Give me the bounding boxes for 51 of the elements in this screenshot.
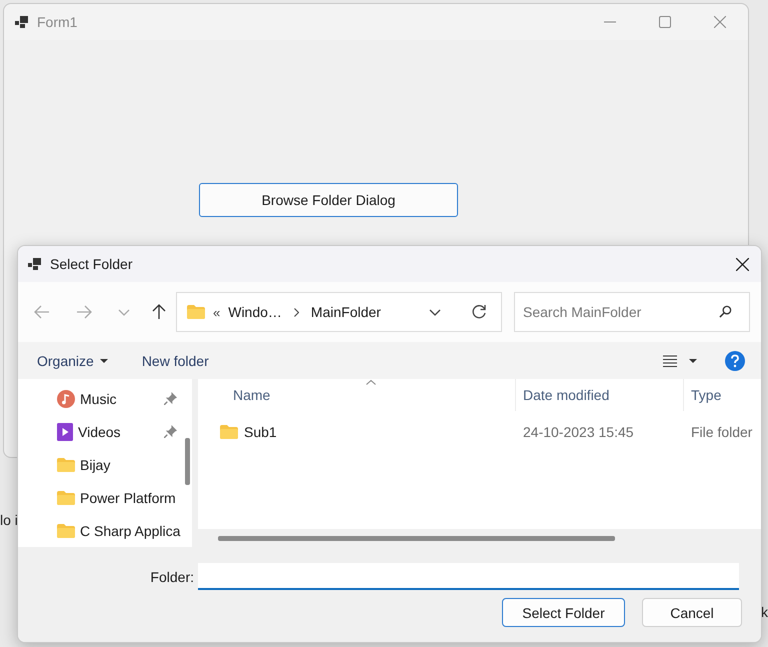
pin-icon[interactable] xyxy=(164,425,177,438)
sidebar-item[interactable]: Music xyxy=(18,382,182,415)
folder-icon xyxy=(220,425,238,439)
address-bar[interactable]: « Windo… MainFolder xyxy=(176,292,502,332)
breadcrumb[interactable]: MainFolder xyxy=(310,304,381,320)
app-icon xyxy=(28,258,42,270)
date-modified: 24-10-2023 15:45 xyxy=(523,424,634,440)
background-text: k xyxy=(761,604,768,620)
app-icon xyxy=(15,16,29,28)
sidebar-item[interactable]: Videos xyxy=(18,415,182,448)
column-header[interactable]: Date modified xyxy=(523,387,610,403)
chevron-right-icon[interactable] xyxy=(294,308,299,316)
breadcrumb[interactable]: Windo… xyxy=(228,304,282,320)
file-type: File folder xyxy=(691,424,752,440)
caret-icon[interactable] xyxy=(689,358,697,362)
up-arrow-icon[interactable] xyxy=(152,304,166,320)
maximize-icon[interactable] xyxy=(659,16,671,28)
help-icon[interactable] xyxy=(725,350,745,370)
search-field[interactable]: Search MainFolder xyxy=(514,292,750,332)
list-view-icon[interactable] xyxy=(663,354,677,366)
sidebar-item[interactable]: Power Platform xyxy=(18,481,182,514)
pin-icon[interactable] xyxy=(164,392,177,405)
column-header[interactable]: Name xyxy=(233,387,270,403)
sidebar-item[interactable]: C Sharp Applica xyxy=(18,514,182,547)
dialog-title: Select Folder xyxy=(50,256,132,272)
browse-folder-button[interactable]: Browse Folder Dialog xyxy=(199,183,458,217)
dialog-button[interactable]: Cancel xyxy=(642,598,742,627)
folder-label: Folder: xyxy=(149,568,195,584)
background-text: lo i xyxy=(0,512,18,528)
scrollbar-thumb[interactable] xyxy=(218,536,615,540)
column-header[interactable]: Type xyxy=(691,387,722,403)
caret-icon[interactable] xyxy=(100,358,108,362)
scrollbar-thumb[interactable] xyxy=(185,438,190,485)
refresh-icon[interactable] xyxy=(471,304,487,320)
music-icon xyxy=(57,390,75,408)
folder-icon xyxy=(57,490,75,504)
organize-menu[interactable]: Organize xyxy=(28,348,117,372)
chevron-down-icon[interactable] xyxy=(429,308,441,316)
new-folder-button[interactable]: New folder xyxy=(132,348,218,372)
search-icon xyxy=(719,305,732,318)
video-icon xyxy=(57,422,73,440)
sidebar-item[interactable]: Bijay xyxy=(18,448,182,481)
window-title: Form1 xyxy=(37,14,78,30)
folder-field[interactable] xyxy=(198,563,739,590)
folder-icon xyxy=(187,305,205,319)
overflow-chevron[interactable]: « xyxy=(213,304,220,320)
dialog-button[interactable]: Select Folder xyxy=(502,598,625,627)
close-icon[interactable] xyxy=(736,258,749,270)
file-name[interactable]: Sub1 xyxy=(244,424,277,440)
folder-icon xyxy=(57,524,75,538)
folder-icon xyxy=(57,458,75,472)
